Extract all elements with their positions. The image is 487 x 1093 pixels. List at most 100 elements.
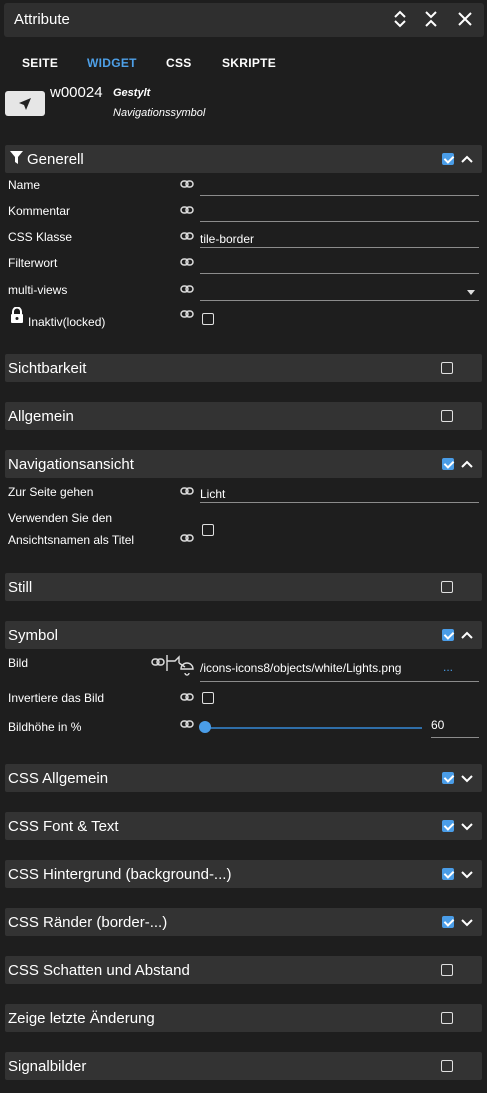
section-title: CSS Ränder (border-...) — [8, 914, 168, 931]
section-checkbox[interactable] — [442, 916, 454, 928]
section-title: Navigationsansicht — [8, 456, 134, 473]
tab-widget[interactable]: WIDGET — [87, 56, 137, 70]
section-checkbox[interactable] — [442, 772, 454, 784]
field-label: Bildhöhe in % — [8, 720, 82, 734]
field-label: Invertiere das Bild — [8, 691, 105, 705]
field-label: Zur Seite gehen — [8, 485, 94, 499]
ansichtsname-titel-checkbox[interactable] — [202, 524, 214, 536]
widget-style: Gestylt — [113, 87, 151, 99]
link-icon[interactable] — [180, 533, 194, 543]
link-icon[interactable] — [180, 205, 194, 215]
section-checkbox[interactable] — [441, 964, 453, 976]
inaktiv-checkbox[interactable] — [202, 313, 214, 325]
section-checkbox[interactable] — [442, 629, 454, 641]
section-checkbox[interactable] — [442, 868, 454, 880]
section-checkbox[interactable] — [441, 1012, 453, 1024]
bild-input[interactable]: /icons-icons8/objects/white/Lights.png .… — [200, 655, 479, 682]
section-title: Zeige letzte Änderung — [8, 1010, 155, 1027]
name-input[interactable] — [200, 178, 479, 196]
invertiere-checkbox[interactable] — [202, 692, 214, 704]
section-still[interactable]: Still — [5, 573, 482, 601]
field-label: Inaktiv(locked) — [28, 315, 106, 329]
link-icon[interactable] — [151, 657, 165, 667]
section-title: Still — [8, 579, 33, 596]
widget-header: w00024 Gestylt Navigationssymbol — [0, 82, 487, 126]
section-checkbox[interactable] — [442, 153, 454, 165]
link-icon[interactable] — [180, 284, 194, 294]
section-checkbox[interactable] — [441, 1060, 453, 1072]
tab-css[interactable]: CSS — [166, 56, 192, 70]
link-icon[interactable] — [180, 692, 194, 702]
section-css-allgemein[interactable]: CSS Allgemein — [5, 764, 482, 792]
section-navigationsansicht[interactable]: Navigationsansicht — [5, 450, 482, 478]
bildhoehe-slider-thumb[interactable] — [199, 721, 211, 733]
window-titlebar: Attribute — [4, 3, 484, 37]
section-checkbox[interactable] — [441, 362, 453, 374]
section-checkbox[interactable] — [442, 458, 454, 470]
field-label: CSS Klasse — [8, 230, 73, 244]
field-label-line2: Ansichtsnamen als Titel — [8, 533, 135, 547]
bild-path: /icons-icons8/objects/white/Lights.png — [200, 661, 402, 675]
widget-type: Navigationssymbol — [113, 107, 206, 119]
window-title: Attribute — [14, 11, 70, 28]
section-css-hintergrund[interactable]: CSS Hintergrund (background-...) — [5, 860, 482, 888]
tab-bar: SEITE WIDGET CSS SKRIPTE — [0, 54, 487, 74]
field-label-line1: Verwenden Sie den — [8, 511, 113, 525]
browse-button[interactable]: ... — [443, 660, 453, 674]
section-sichtbarkeit[interactable]: Sichtbarkeit — [5, 354, 482, 382]
field-label: Name — [8, 178, 41, 192]
field-label: Bild — [8, 656, 29, 670]
chevron-up-icon[interactable] — [459, 456, 475, 472]
section-css-schatten[interactable]: CSS Schatten und Abstand — [5, 956, 482, 984]
tab-seite[interactable]: SEITE — [22, 56, 58, 70]
link-icon[interactable] — [180, 179, 194, 189]
collapse-all-icon[interactable] — [420, 8, 442, 30]
section-title: CSS Font & Text — [8, 818, 119, 835]
bildhoehe-value[interactable]: 60 — [431, 718, 444, 732]
link-icon[interactable] — [180, 257, 194, 267]
section-signalbilder[interactable]: Signalbilder — [5, 1052, 482, 1080]
section-letzte-aenderung[interactable]: Zeige letzte Änderung — [5, 1004, 482, 1032]
field-label: Kommentar — [8, 204, 71, 218]
link-icon[interactable] — [180, 309, 194, 319]
chevron-down-icon[interactable] — [459, 770, 475, 786]
link-icon[interactable] — [180, 486, 194, 496]
section-symbol[interactable]: Symbol — [5, 621, 482, 649]
section-allgemein[interactable]: Allgemein — [5, 402, 482, 430]
chevron-down-icon[interactable] — [459, 866, 475, 882]
section-title: Symbol — [8, 627, 59, 644]
bildhoehe-slider-track[interactable] — [205, 727, 422, 729]
section-title: Generell — [27, 151, 84, 168]
section-title: Allgemein — [8, 408, 74, 425]
section-css-raender[interactable]: CSS Ränder (border-...) — [5, 908, 482, 936]
section-title: CSS Schatten und Abstand — [8, 962, 190, 979]
close-icon[interactable] — [454, 8, 476, 30]
section-generell[interactable]: Generell — [5, 145, 482, 173]
bildhoehe-underline — [431, 737, 479, 738]
widget-id: w00024 — [50, 84, 103, 101]
filterwort-input[interactable] — [200, 256, 479, 274]
section-checkbox[interactable] — [442, 820, 454, 832]
field-label: Filterwort — [8, 256, 58, 270]
chevron-down-icon[interactable] — [459, 914, 475, 930]
link-icon[interactable] — [180, 231, 194, 241]
expand-all-icon[interactable] — [389, 8, 411, 30]
zur-seite-input[interactable]: Licht — [200, 485, 479, 503]
multi-views-select[interactable] — [200, 283, 479, 301]
chevron-up-icon[interactable] — [459, 151, 475, 167]
chevron-down-icon[interactable] — [459, 818, 475, 834]
section-checkbox[interactable] — [441, 581, 453, 593]
navigate-button[interactable] — [5, 91, 45, 116]
link-icon[interactable] — [180, 719, 194, 729]
tab-skripte[interactable]: SKRIPTE — [222, 56, 276, 70]
kommentar-input[interactable] — [200, 204, 479, 222]
dropdown-arrow-icon — [467, 290, 475, 295]
section-title: Sichtbarkeit — [8, 360, 87, 377]
chevron-up-icon[interactable] — [459, 627, 475, 643]
section-title: CSS Allgemein — [8, 770, 109, 787]
section-css-font[interactable]: CSS Font & Text — [5, 812, 482, 840]
css-klasse-input[interactable]: tile-border — [200, 230, 479, 248]
filter-icon — [10, 151, 23, 164]
section-title: Signalbilder — [8, 1058, 87, 1075]
section-checkbox[interactable] — [441, 410, 453, 422]
